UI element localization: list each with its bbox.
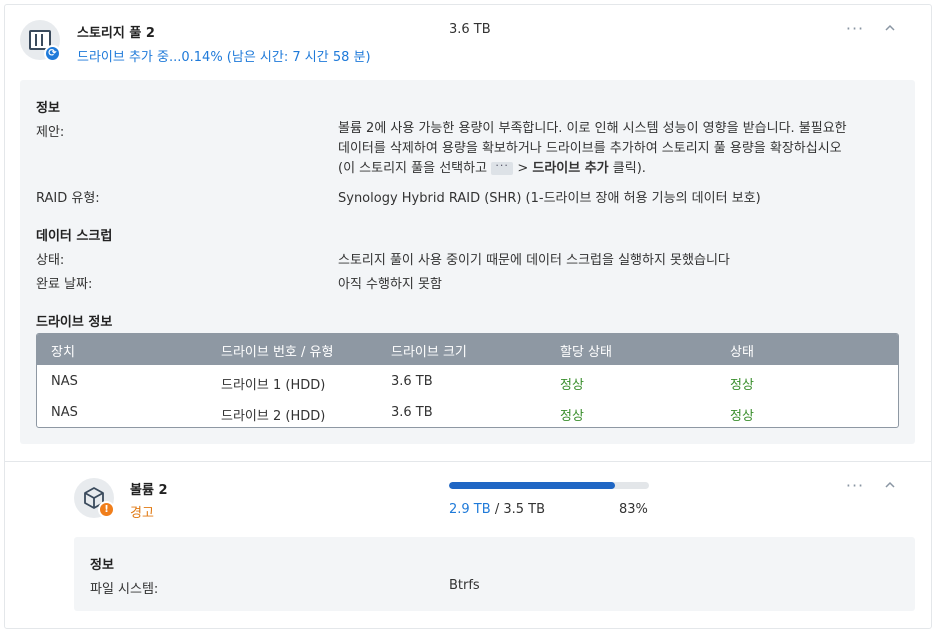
scrub-heading: 데이터 스크럽 (36, 229, 113, 244)
scrub-completed-label: 완료 날짜: (36, 277, 93, 292)
more-options-icon: ··· (491, 160, 514, 175)
pool-more-options-icon[interactable]: ··· (844, 21, 866, 40)
cell-size: 3.6 TB (391, 405, 433, 420)
volume-status: 경고 (130, 506, 154, 521)
scrub-completed-value: 아직 수행하지 못함 (338, 277, 442, 292)
suggestion-arrow: > (517, 161, 529, 176)
volume-info-heading: 정보 (90, 558, 114, 573)
drive-table-header: 장치 드라이브 번호 / 유형 드라이브 크기 할당 상태 상태 (37, 334, 898, 365)
volume-title: 볼륨 2 (130, 483, 168, 498)
cell-drive: 드라이브 1 (HDD) (221, 378, 326, 393)
volume-usage-separator: / (494, 502, 500, 517)
col-allocation-status[interactable]: 할당 상태 (560, 341, 612, 360)
volume-more-options-icon[interactable]: ··· (844, 478, 866, 497)
suggestion-label: 제안: (36, 125, 65, 140)
volume-usage-text: 2.9 TB / 3.5 TB (449, 502, 545, 517)
volume-usage-fill (449, 482, 615, 489)
pool-collapse-chevron-up-icon[interactable] (882, 20, 898, 36)
cell-device: NAS (51, 405, 78, 420)
filesystem-value: Btrfs (449, 578, 480, 593)
suggestion-line-2: 데이터를 삭제하여 용량을 확보하거나 드라이브를 추가하여 스토리지 풀 용량… (338, 141, 842, 156)
suggestion-line-3: (이 스토리지 풀을 선택하고 ··· > 드라이브 추가 클릭). (338, 159, 908, 179)
add-drive-text: 드라이브 추가 (532, 161, 609, 176)
cell-allocation: 정상 (560, 378, 584, 393)
col-device[interactable]: 장치 (51, 341, 75, 360)
col-drive-size[interactable]: 드라이브 크기 (391, 341, 467, 360)
col-drive-number-type[interactable]: 드라이브 번호 / 유형 (221, 341, 333, 360)
volume-usage-percent: 83% (619, 502, 648, 517)
drive-table: 장치 드라이브 번호 / 유형 드라이브 크기 할당 상태 상태 NAS 드라이… (36, 333, 899, 428)
pool-size: 3.6 TB (449, 22, 491, 37)
suggestion-line-3-pre: (이 스토리지 풀을 선택하고 (338, 161, 488, 176)
suggestion-text: 볼륨 2에 사용 가능한 용량이 부족합니다. 이로 인해 시스템 성능이 영향… (338, 119, 908, 179)
volume-cube-icon: ! (74, 478, 115, 518)
volume-used: 2.9 TB (449, 502, 491, 517)
sync-icon: ⟳ (44, 45, 61, 62)
section-divider (4, 461, 932, 462)
table-row[interactable]: NAS 드라이브 1 (HDD) 3.6 TB 정상 정상 (37, 366, 898, 397)
raid-type-label: RAID 유형: (36, 191, 100, 206)
drive-info-heading: 드라이브 정보 (36, 315, 113, 330)
cell-size: 3.6 TB (391, 374, 433, 389)
cell-status: 정상 (730, 409, 754, 424)
volume-total: 3.5 TB (503, 502, 546, 517)
cell-drive: 드라이브 2 (HDD) (221, 409, 326, 424)
pool-title: 스토리지 풀 2 (77, 26, 155, 41)
volume-collapse-chevron-up-icon[interactable] (882, 477, 898, 493)
cell-device: NAS (51, 374, 78, 389)
suggestion-line-3-post: 클릭). (612, 161, 646, 176)
col-status[interactable]: 상태 (730, 341, 754, 360)
pool-status: 드라이브 추가 중...0.14% (남은 시간: 7 시간 58 분) (77, 50, 371, 65)
volume-usage-bar (449, 482, 649, 489)
raid-type-value: Synology Hybrid RAID (SHR) (1-드라이브 장애 허용… (338, 191, 761, 206)
volume-details-panel (74, 537, 915, 611)
filesystem-label: 파일 시스템: (90, 582, 159, 597)
suggestion-line-1: 볼륨 2에 사용 가능한 용량이 부족합니다. 이로 인해 시스템 성능이 영향… (338, 121, 847, 136)
warning-icon: ! (98, 501, 115, 518)
scrub-status-value: 스토리지 풀이 사용 중이기 때문에 데이터 스크럽을 실행하지 못했습니다 (338, 253, 730, 268)
storage-pool-icon: ⟳ (20, 20, 61, 62)
scrub-status-label: 상태: (36, 253, 65, 268)
table-row[interactable]: NAS 드라이브 2 (HDD) 3.6 TB 정상 정상 (37, 397, 898, 427)
cell-allocation: 정상 (560, 409, 584, 424)
cell-status: 정상 (730, 378, 754, 393)
pool-info-heading: 정보 (36, 101, 60, 116)
